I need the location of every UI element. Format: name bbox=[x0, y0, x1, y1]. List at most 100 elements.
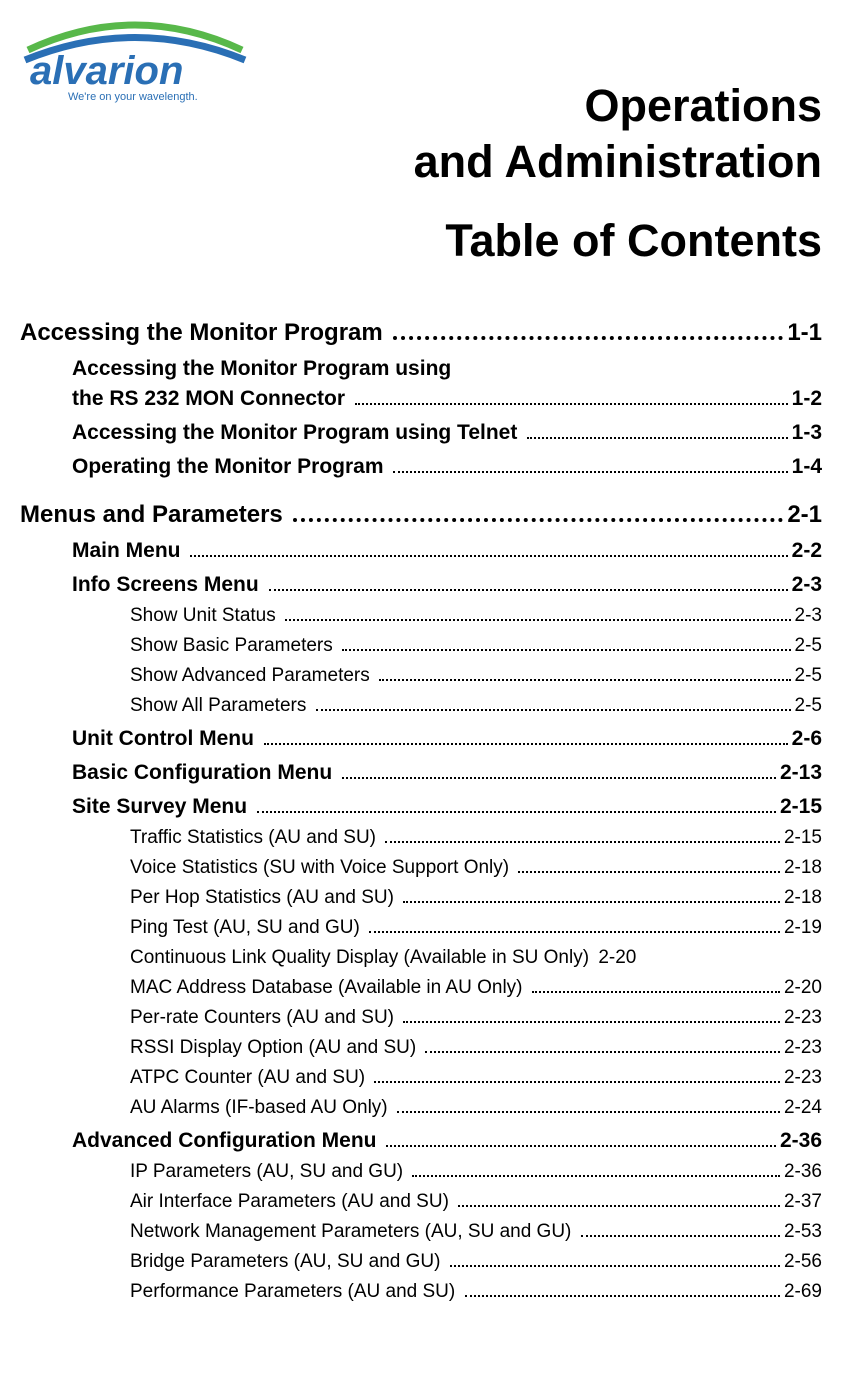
toc-sub2[interactable]: Ping Test (AU, SU and GU) 2-19 bbox=[130, 917, 822, 939]
toc-sub2-title: Per-rate Counters (AU and SU) bbox=[130, 1007, 399, 1029]
toc-page: 1-1 bbox=[787, 319, 822, 347]
toc-sub2[interactable]: AU Alarms (IF-based AU Only) 2-24 bbox=[130, 1097, 822, 1119]
toc-page: 2-15 bbox=[780, 795, 822, 819]
toc-page: 2-3 bbox=[792, 573, 822, 597]
toc-sub2-title: RSSI Display Option (AU and SU) bbox=[130, 1037, 421, 1059]
toc-page: 2-23 bbox=[784, 1067, 822, 1089]
toc-sub2-title: Show Basic Parameters bbox=[130, 635, 338, 657]
toc-sub1[interactable]: Unit Control Menu 2-6 bbox=[72, 727, 822, 751]
toc-sub1[interactable]: Accessing the Monitor Program using bbox=[72, 357, 822, 381]
toc-page: 2-5 bbox=[795, 665, 822, 687]
toc-page: 2-37 bbox=[784, 1191, 822, 1213]
toc-page: 2-6 bbox=[792, 727, 822, 751]
brand-logo: alvarion We're on your wavelength. bbox=[20, 20, 250, 108]
toc-sub1-title: Accessing the Monitor Program using Teln… bbox=[72, 421, 523, 445]
toc-page: 2-36 bbox=[780, 1129, 822, 1153]
leader-dots bbox=[342, 777, 776, 779]
toc-sub2[interactable]: Show All Parameters 2-5 bbox=[130, 695, 822, 717]
brand-tagline: We're on your wavelength. bbox=[68, 91, 198, 103]
leader-dots bbox=[285, 619, 791, 621]
toc-sub2[interactable]: Per Hop Statistics (AU and SU) 2-18 bbox=[130, 887, 822, 909]
toc-page: 2-56 bbox=[784, 1251, 822, 1273]
toc-sub1-title: Site Survey Menu bbox=[72, 795, 253, 819]
leader-dots bbox=[342, 649, 791, 651]
toc-sub2[interactable]: Bridge Parameters (AU, SU and GU) 2-56 bbox=[130, 1251, 822, 1273]
toc-sub2[interactable]: IP Parameters (AU, SU and GU) 2-36 bbox=[130, 1161, 822, 1183]
toc-sub1[interactable]: Advanced Configuration Menu 2-36 bbox=[72, 1129, 822, 1153]
toc-sub2-title: Voice Statistics (SU with Voice Support … bbox=[130, 857, 514, 879]
toc-sub1[interactable]: the RS 232 MON Connector 1-2 bbox=[72, 387, 822, 411]
toc-sub1-title: Unit Control Menu bbox=[72, 727, 260, 751]
leader-dots bbox=[450, 1265, 780, 1267]
toc-sub1-title: Advanced Configuration Menu bbox=[72, 1129, 382, 1153]
toc-sub2-title: MAC Address Database (Available in AU On… bbox=[130, 977, 528, 999]
toc-sub1[interactable]: Accessing the Monitor Program using Teln… bbox=[72, 421, 822, 445]
toc-sub2-title: Show All Parameters bbox=[130, 695, 312, 717]
leader-dots bbox=[403, 1021, 780, 1023]
toc-sub2-title: Continuous Link Quality Display (Availab… bbox=[130, 947, 594, 969]
leader-dots bbox=[518, 871, 780, 873]
toc-sub2[interactable]: Performance Parameters (AU and SU) 2-69 bbox=[130, 1281, 822, 1303]
leader-dots bbox=[465, 1295, 780, 1297]
toc-sub1[interactable]: Info Screens Menu 2-3 bbox=[72, 573, 822, 597]
toc-page: 2-15 bbox=[784, 827, 822, 849]
toc-sub2-title: Show Advanced Parameters bbox=[130, 665, 375, 687]
leader-dots bbox=[379, 679, 791, 681]
table-of-contents: Accessing the Monitor Program 1-1 Access… bbox=[20, 319, 822, 1303]
toc-sub1-title: the RS 232 MON Connector bbox=[72, 387, 351, 411]
toc-sub2-title: IP Parameters (AU, SU and GU) bbox=[130, 1161, 408, 1183]
leader-dots bbox=[393, 336, 783, 340]
toc-sub1[interactable]: Operating the Monitor Program 1-4 bbox=[72, 455, 822, 479]
toc-sub2[interactable]: RSSI Display Option (AU and SU) 2-23 bbox=[130, 1037, 822, 1059]
toc-page: 2-13 bbox=[780, 761, 822, 785]
leader-dots bbox=[374, 1081, 780, 1083]
toc-sub2[interactable]: Voice Statistics (SU with Voice Support … bbox=[130, 857, 822, 879]
toc-page: 1-4 bbox=[792, 455, 822, 479]
toc-sub2[interactable]: Show Basic Parameters 2-5 bbox=[130, 635, 822, 657]
toc-sub1-title: Operating the Monitor Program bbox=[72, 455, 389, 479]
toc-sub2[interactable]: Continuous Link Quality Display (Availab… bbox=[130, 947, 822, 969]
toc-sub1[interactable]: Basic Configuration Menu 2-13 bbox=[72, 761, 822, 785]
toc-sub2-title: Show Unit Status bbox=[130, 605, 281, 627]
leader-dots bbox=[458, 1205, 780, 1207]
toc-page: 2-36 bbox=[784, 1161, 822, 1183]
leader-dots bbox=[412, 1175, 780, 1177]
toc-page: 2-18 bbox=[784, 887, 822, 909]
toc-sub1-title: Accessing the Monitor Program using bbox=[72, 357, 451, 381]
toc-section-title: Menus and Parameters bbox=[20, 501, 289, 529]
leader-dots bbox=[581, 1235, 780, 1237]
toc-page: 2-5 bbox=[795, 695, 822, 717]
toc-sub2[interactable]: ATPC Counter (AU and SU) 2-23 bbox=[130, 1067, 822, 1089]
toc-page: 2-3 bbox=[795, 605, 822, 627]
leader-dots bbox=[355, 403, 788, 405]
leader-dots bbox=[386, 1145, 776, 1147]
leader-dots bbox=[385, 841, 780, 843]
toc-page: 2-23 bbox=[784, 1037, 822, 1059]
leader-dots bbox=[425, 1051, 780, 1053]
toc-sub1-title: Main Menu bbox=[72, 539, 186, 563]
toc-sub2[interactable]: Show Unit Status 2-3 bbox=[130, 605, 822, 627]
toc-sub2[interactable]: Air Interface Parameters (AU and SU) 2-3… bbox=[130, 1191, 822, 1213]
leader-dots bbox=[293, 518, 783, 522]
toc-page: 2-19 bbox=[784, 917, 822, 939]
toc-sub2-title: Traffic Statistics (AU and SU) bbox=[130, 827, 381, 849]
toc-sub2[interactable]: Traffic Statistics (AU and SU) 2-15 bbox=[130, 827, 822, 849]
toc-sub2[interactable]: MAC Address Database (Available in AU On… bbox=[130, 977, 822, 999]
toc-sub2[interactable]: Per-rate Counters (AU and SU) 2-23 bbox=[130, 1007, 822, 1029]
toc-section[interactable]: Menus and Parameters 2-1 bbox=[20, 501, 822, 529]
toc-section[interactable]: Accessing the Monitor Program 1-1 bbox=[20, 319, 822, 347]
toc-page: 1-3 bbox=[792, 421, 822, 445]
toc-sub2-title: Air Interface Parameters (AU and SU) bbox=[130, 1191, 454, 1213]
toc-page: 2-5 bbox=[795, 635, 822, 657]
toc-sub2[interactable]: Show Advanced Parameters 2-5 bbox=[130, 665, 822, 687]
leader-dots bbox=[527, 437, 787, 439]
toc-page: 2-18 bbox=[784, 857, 822, 879]
toc-page: 2-69 bbox=[784, 1281, 822, 1303]
toc-sub1[interactable]: Main Menu 2-2 bbox=[72, 539, 822, 563]
toc-sub2[interactable]: Network Management Parameters (AU, SU an… bbox=[130, 1221, 822, 1243]
toc-page: 2-24 bbox=[784, 1097, 822, 1119]
toc-sub1[interactable]: Site Survey Menu 2-15 bbox=[72, 795, 822, 819]
toc-page: 2-53 bbox=[784, 1221, 822, 1243]
toc-section-title: Accessing the Monitor Program bbox=[20, 319, 389, 347]
toc-sub2-title: Per Hop Statistics (AU and SU) bbox=[130, 887, 399, 909]
